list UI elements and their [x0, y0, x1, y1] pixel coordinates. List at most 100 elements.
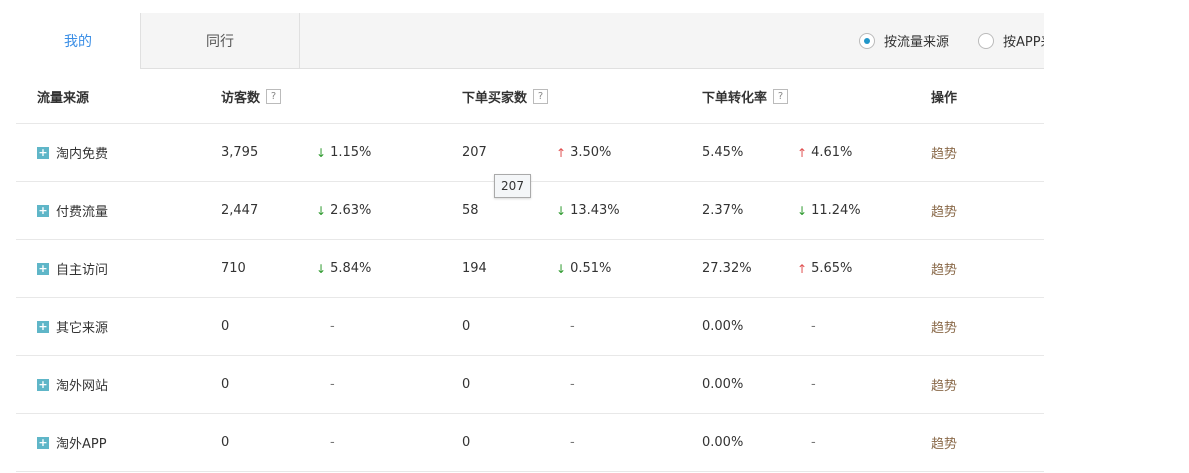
change-value: -	[330, 377, 335, 392]
expand-icon[interactable]: +	[37, 320, 49, 333]
arrow-down-icon: ↓	[556, 261, 567, 276]
table-row: + 淘外APP 0 - 0 - 0.00% - 趋势	[16, 414, 1044, 472]
change-value: 5.65%	[811, 261, 853, 276]
visitors-change-cell: ↓ 5.84%	[316, 240, 371, 297]
arrow-down-icon: ↓	[316, 145, 327, 160]
change-value: 0.51%	[570, 261, 612, 276]
radio-label: 按APP来	[1003, 35, 1044, 50]
visitors-cell: 2,447	[221, 203, 259, 218]
conversion-change-cell: ↓ 11.24%	[797, 182, 861, 239]
visitors-cell: 0	[221, 319, 230, 334]
trend-link[interactable]: 趋势	[931, 414, 957, 471]
source-label: 付费流量	[56, 205, 109, 220]
conversion-change-cell: -	[797, 298, 816, 355]
change-value: -	[330, 435, 335, 450]
conversion-cell: 0.00%	[702, 319, 744, 334]
buyers-change-cell: -	[556, 298, 575, 355]
help-icon[interactable]: ?	[773, 88, 789, 104]
trend-link[interactable]: 趋势	[931, 182, 957, 239]
change-value: -	[570, 319, 575, 334]
source-label: 淘内免费	[56, 147, 109, 162]
conversion-change-cell: ↑ 5.65%	[797, 240, 852, 297]
conversion-change-cell: -	[797, 414, 816, 471]
change-value: 3.50%	[570, 145, 612, 160]
conversion-cell: 27.32%	[702, 261, 752, 276]
source-label: 其它来源	[56, 321, 109, 336]
radio-by-traffic-source[interactable]: 按流量来源	[859, 13, 949, 68]
source-cell: + 自主访问	[37, 240, 108, 297]
change-value: -	[570, 377, 575, 392]
tab-peers[interactable]: 同行	[141, 13, 300, 68]
arrow-down-icon: ↓	[316, 203, 327, 218]
table-row: + 自主访问 710 ↓ 5.84% 194 ↓ 0.51% 27.32% ↑ 5.65% 趋势	[16, 240, 1044, 298]
conversion-change-cell: ↑ 4.61%	[797, 124, 852, 181]
buyers-change-cell: ↓ 0.51%	[556, 240, 611, 297]
buyers-change-cell: -	[556, 414, 575, 471]
expand-icon[interactable]: +	[37, 378, 49, 391]
visitors-cell: 710	[221, 261, 246, 276]
change-value: 13.43%	[570, 203, 620, 218]
conversion-cell: 2.37%	[702, 203, 744, 218]
source-cell: + 淘外APP	[37, 414, 107, 471]
source-cell: + 付费流量	[37, 182, 108, 239]
trend-link[interactable]: 趋势	[931, 240, 957, 297]
buyers-change-cell: ↑ 3.50%	[556, 124, 611, 181]
arrow-down-icon: ↓	[556, 203, 567, 218]
buyers-cell: 58	[462, 203, 479, 218]
expand-icon[interactable]: +	[37, 204, 49, 217]
change-value: 11.24%	[811, 203, 861, 218]
tab-bar: 我的 同行 按流量来源 按APP来	[16, 13, 1044, 69]
buyers-cell: 0	[462, 377, 471, 392]
table-row: + 其它来源 0 - 0 - 0.00% - 趋势	[16, 298, 1044, 356]
header-buyers: 下单买家数?	[462, 69, 549, 123]
change-value: -	[811, 377, 816, 392]
visitors-change-cell: -	[316, 414, 335, 471]
buyers-cell: 194	[462, 261, 487, 276]
header-conversion: 下单转化率?	[702, 69, 789, 123]
radio-label: 按流量来源	[884, 35, 950, 50]
buyers-cell: 0	[462, 319, 471, 334]
tab-mine[interactable]: 我的	[16, 13, 141, 69]
visitors-cell: 0	[221, 435, 230, 450]
radio-selected-icon	[859, 32, 875, 49]
visitors-cell: 0	[221, 377, 230, 392]
visitors-change-cell: -	[316, 356, 335, 413]
buyers-cell: 207	[462, 145, 487, 160]
arrow-up-icon: ↑	[797, 145, 808, 160]
arrow-up-icon: ↑	[797, 261, 808, 276]
table-header: 流量来源 访客数? 下单买家数? 下单转化率? 操作	[16, 69, 1044, 124]
radio-by-app-source[interactable]: 按APP来	[978, 13, 1044, 68]
header-action: 操作	[931, 90, 958, 106]
source-label: 自主访问	[56, 263, 109, 278]
expand-icon[interactable]: +	[37, 436, 49, 449]
arrow-up-icon: ↑	[556, 145, 567, 160]
visitors-change-cell: ↓ 1.15%	[316, 124, 371, 181]
trend-link[interactable]: 趋势	[931, 298, 957, 355]
source-label: 淘外网站	[56, 379, 109, 394]
conversion-cell: 0.00%	[702, 377, 744, 392]
change-value: -	[570, 435, 575, 450]
change-value: -	[330, 319, 335, 334]
header-source: 流量来源	[37, 90, 90, 106]
source-label: 淘外APP	[56, 437, 107, 452]
conversion-cell: 0.00%	[702, 435, 744, 450]
table-row: + 淘外网站 0 - 0 - 0.00% - 趋势	[16, 356, 1044, 414]
change-value: -	[811, 435, 816, 450]
trend-link[interactable]: 趋势	[931, 356, 957, 413]
conversion-change-cell: -	[797, 356, 816, 413]
expand-icon[interactable]: +	[37, 262, 49, 275]
arrow-down-icon: ↓	[316, 261, 327, 276]
header-visitors: 访客数?	[221, 69, 282, 123]
buyers-cell: 0	[462, 435, 471, 450]
buyers-change-cell: -	[556, 356, 575, 413]
help-icon[interactable]: ?	[533, 88, 549, 104]
help-icon[interactable]: ?	[266, 88, 282, 104]
value-tooltip: 207	[494, 174, 531, 198]
trend-link[interactable]: 趋势	[931, 124, 957, 181]
expand-icon[interactable]: +	[37, 146, 49, 159]
traffic-source-panel: 我的 同行 按流量来源 按APP来 流量来源 访客数? 下单买家数? 下单转化率…	[16, 13, 1044, 473]
visitors-cell: 3,795	[221, 145, 259, 160]
change-value: -	[811, 319, 816, 334]
change-value: 2.63%	[330, 203, 372, 218]
conversion-cell: 5.45%	[702, 145, 744, 160]
